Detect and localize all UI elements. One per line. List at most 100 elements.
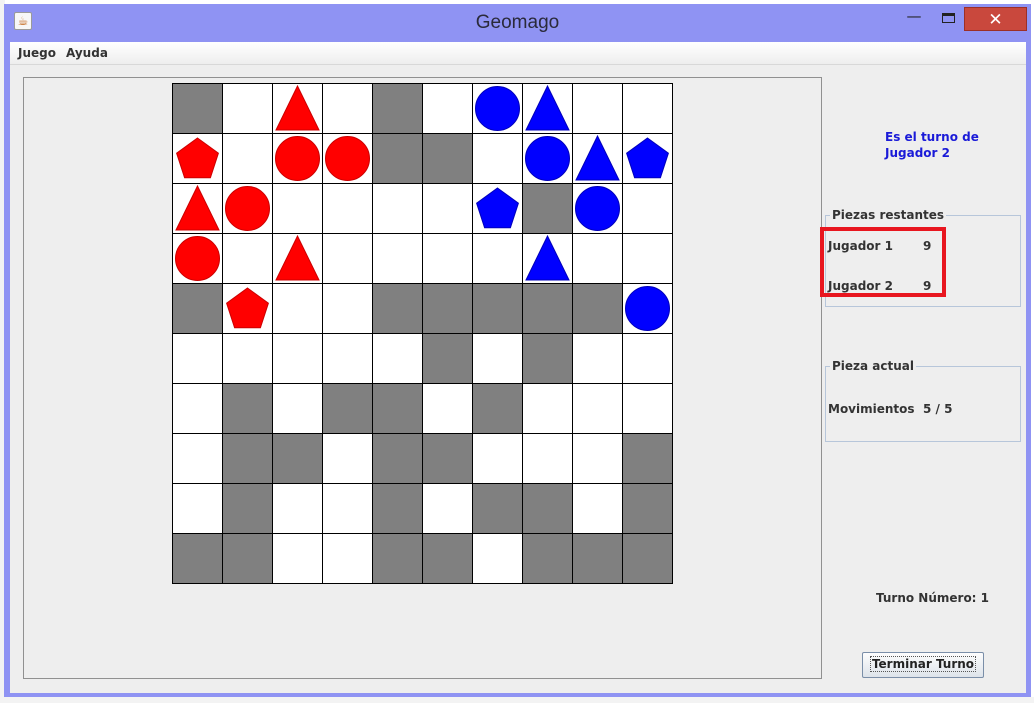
board-cell[interactable] — [173, 234, 223, 284]
board-cell[interactable] — [273, 134, 323, 184]
board-cell[interactable] — [273, 534, 323, 584]
board-cell[interactable] — [173, 384, 223, 434]
board-cell[interactable] — [223, 134, 273, 184]
board-cell[interactable] — [523, 334, 573, 384]
board-cell[interactable] — [223, 184, 273, 234]
board-cell[interactable] — [523, 534, 573, 584]
board-cell[interactable] — [573, 484, 623, 534]
board-cell[interactable] — [623, 434, 673, 484]
board-cell[interactable] — [223, 434, 273, 484]
board-cell[interactable] — [323, 134, 373, 184]
board-cell[interactable] — [373, 434, 423, 484]
red-triangle-piece[interactable] — [273, 234, 322, 283]
red-circle-piece[interactable] — [223, 184, 272, 233]
board-cell[interactable] — [173, 184, 223, 234]
board-cell[interactable] — [623, 134, 673, 184]
board-cell[interactable] — [623, 84, 673, 134]
board-cell[interactable] — [323, 484, 373, 534]
board-cell[interactable] — [623, 384, 673, 434]
maximize-button[interactable] — [934, 8, 962, 30]
board-cell[interactable] — [473, 384, 523, 434]
board-cell[interactable] — [523, 484, 573, 534]
red-circle-piece[interactable] — [173, 234, 222, 283]
board-cell[interactable] — [423, 484, 473, 534]
board-cell[interactable] — [373, 184, 423, 234]
board-cell[interactable] — [273, 384, 323, 434]
menu-juego[interactable]: Juego — [18, 46, 56, 60]
board-cell[interactable] — [273, 234, 323, 284]
board-cell[interactable] — [223, 84, 273, 134]
board-cell[interactable] — [573, 134, 623, 184]
board-cell[interactable] — [373, 84, 423, 134]
red-pentagon-piece[interactable] — [173, 134, 222, 183]
end-turn-button[interactable]: Terminar Turno — [862, 652, 984, 678]
board-cell[interactable] — [273, 334, 323, 384]
board-cell[interactable] — [623, 284, 673, 334]
board-cell[interactable] — [323, 434, 373, 484]
board-cell[interactable] — [373, 284, 423, 334]
board-cell[interactable] — [323, 84, 373, 134]
title-bar[interactable]: ☕ Geomago — ✕ — [4, 4, 1031, 40]
blue-circle-piece[interactable] — [623, 284, 672, 333]
board-cell[interactable] — [423, 334, 473, 384]
close-button[interactable]: ✕ — [964, 7, 1027, 31]
board-cell[interactable] — [573, 334, 623, 384]
board-cell[interactable] — [623, 484, 673, 534]
board-cell[interactable] — [173, 534, 223, 584]
board-cell[interactable] — [373, 484, 423, 534]
board-cell[interactable] — [523, 134, 573, 184]
board-cell[interactable] — [223, 334, 273, 384]
board-cell[interactable] — [523, 184, 573, 234]
board-cell[interactable] — [423, 384, 473, 434]
board-cell[interactable] — [473, 184, 523, 234]
blue-triangle-piece[interactable] — [523, 84, 572, 133]
board-cell[interactable] — [223, 534, 273, 584]
board-cell[interactable] — [223, 234, 273, 284]
blue-pentagon-piece[interactable] — [623, 134, 672, 183]
board-cell[interactable] — [273, 284, 323, 334]
board-cell[interactable] — [273, 84, 323, 134]
board-cell[interactable] — [423, 534, 473, 584]
board-cell[interactable] — [473, 484, 523, 534]
board-cell[interactable] — [373, 334, 423, 384]
board-cell[interactable] — [623, 534, 673, 584]
board-cell[interactable] — [523, 284, 573, 334]
board-cell[interactable] — [473, 234, 523, 284]
red-triangle-piece[interactable] — [173, 184, 222, 233]
board-cell[interactable] — [473, 534, 523, 584]
board-cell[interactable] — [373, 234, 423, 284]
board-cell[interactable] — [573, 234, 623, 284]
blue-circle-piece[interactable] — [523, 134, 572, 183]
board-cell[interactable] — [573, 184, 623, 234]
board-cell[interactable] — [373, 134, 423, 184]
board-cell[interactable] — [623, 334, 673, 384]
blue-triangle-piece[interactable] — [573, 134, 622, 183]
board-cell[interactable] — [323, 384, 373, 434]
board-cell[interactable] — [573, 284, 623, 334]
red-pentagon-piece[interactable] — [223, 284, 272, 333]
board-cell[interactable] — [323, 284, 373, 334]
board-cell[interactable] — [273, 184, 323, 234]
menu-ayuda[interactable]: Ayuda — [66, 46, 108, 60]
board-cell[interactable] — [473, 434, 523, 484]
board-cell[interactable] — [423, 84, 473, 134]
board-cell[interactable] — [523, 434, 573, 484]
board-cell[interactable] — [223, 284, 273, 334]
board-cell[interactable] — [223, 484, 273, 534]
board-cell[interactable] — [423, 234, 473, 284]
board-cell[interactable] — [223, 384, 273, 434]
board-cell[interactable] — [473, 134, 523, 184]
board-cell[interactable] — [373, 534, 423, 584]
red-triangle-piece[interactable] — [273, 84, 322, 133]
board-cell[interactable] — [573, 384, 623, 434]
board-cell[interactable] — [423, 284, 473, 334]
board-cell[interactable] — [523, 384, 573, 434]
board-cell[interactable] — [173, 284, 223, 334]
board-cell[interactable] — [173, 434, 223, 484]
board-cell[interactable] — [573, 84, 623, 134]
board-cell[interactable] — [423, 184, 473, 234]
blue-pentagon-piece[interactable] — [473, 184, 522, 233]
board-cell[interactable] — [173, 484, 223, 534]
board-cell[interactable] — [573, 434, 623, 484]
board-cell[interactable] — [323, 334, 373, 384]
